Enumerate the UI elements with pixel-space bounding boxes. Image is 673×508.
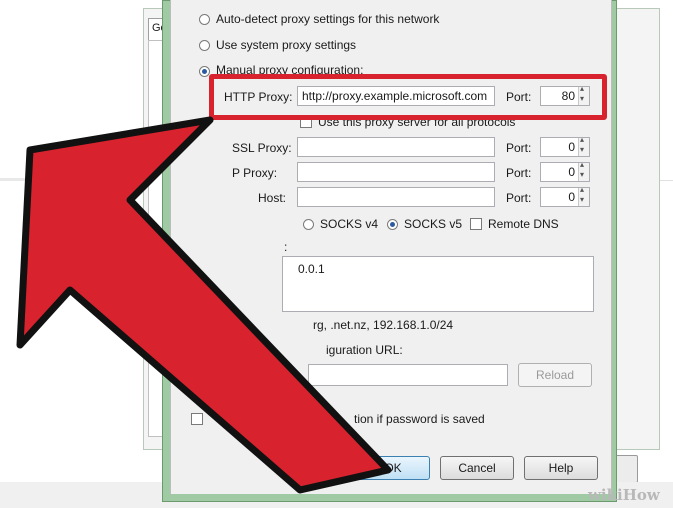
red-arrow-icon [16, 116, 392, 494]
wikihow-watermark: wikiHow [588, 486, 660, 504]
